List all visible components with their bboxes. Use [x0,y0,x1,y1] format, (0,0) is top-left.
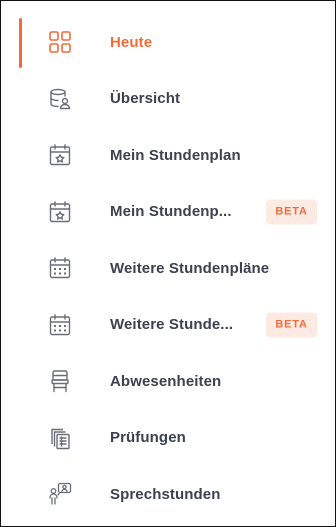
sidebar-item-weitere-stundenplaene-beta[interactable]: Weitere Stunde... BETA [1,297,335,354]
calendar-star-icon [48,200,72,224]
sidebar-item-mein-stundenplan[interactable]: Mein Stundenplan [1,127,335,184]
sidebar-item-uebersicht[interactable]: Übersicht [1,71,335,128]
sidebar-item-label: Mein Stundenplan [110,146,241,164]
grid-icon [48,30,72,54]
sidebar-item-abwesenheiten[interactable]: Abwesenheiten [1,353,335,410]
beta-badge: BETA [266,199,317,225]
database-user-icon [48,87,72,111]
beta-badge: BETA [266,312,317,338]
sidebar-item-sprechstunden[interactable]: Sprechstunden [1,466,335,523]
documents-icon [48,426,72,450]
sidebar-nav: Heute Übersicht Mein Stundenplan Mein St… [1,14,335,523]
sidebar-item-label: Heute [110,33,153,51]
sidebar-item-label: Abwesenheiten [110,372,222,390]
consultation-icon [48,482,72,506]
sidebar-item-heute[interactable]: Heute [1,14,335,71]
sidebar-item-label: Sprechstunden [110,485,221,503]
sidebar-item-label: Prüfungen [110,429,186,447]
calendar-grid-icon [48,256,72,280]
sidebar-item-label: Weitere Stundenpläne [110,259,270,277]
calendar-star-icon [48,143,72,167]
calendar-grid-icon [48,313,72,337]
sidebar-item-label: Mein Stundenp... [110,203,232,221]
sidebar-item-label: Weitere Stunde... [110,316,234,334]
chair-icon [48,369,72,393]
sidebar-item-pruefungen[interactable]: Prüfungen [1,410,335,467]
active-indicator [19,18,22,68]
sidebar-panel: Heute Übersicht Mein Stundenplan Mein St… [0,0,336,527]
sidebar-item-weitere-stundenplaene[interactable]: Weitere Stundenpläne [1,240,335,297]
sidebar-item-mein-stundenplan-beta[interactable]: Mein Stundenp... BETA [1,184,335,241]
sidebar-item-label: Übersicht [110,90,181,108]
